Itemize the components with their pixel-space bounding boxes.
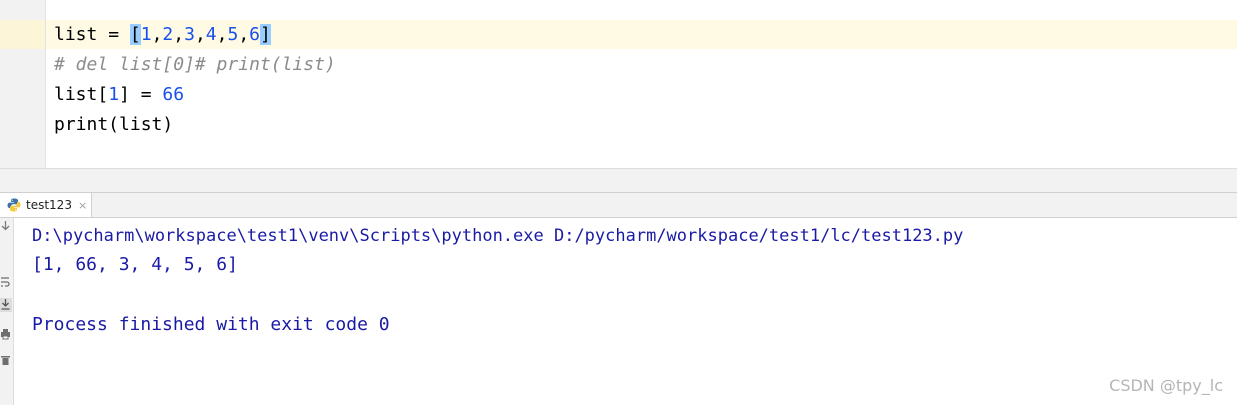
console-exit-line: Process finished with exit code 0 [32,314,390,335]
code-line-4[interactable]: print(list) [54,110,173,140]
run-tab-bar: test123 × [0,192,1237,218]
open-bracket: [ [129,24,141,45]
soft-wrap-icon[interactable] [0,276,12,290]
csdn-watermark: CSDN @tpy_lc [1109,376,1223,395]
close-bracket: ] [260,24,271,45]
list-item: 2 [162,24,174,45]
index-value: 1 [108,84,120,105]
scroll-to-end-icon[interactable] [0,220,12,234]
list-item: 5 [227,24,239,45]
code-line-2[interactable]: # del list[0]# print(list) [54,50,336,80]
list-item: 6 [249,24,260,45]
list-item: 3 [184,24,195,45]
assign-op: = [97,24,130,45]
gutter-current-line [0,20,45,49]
assigned-value: 66 [162,84,185,105]
index-prefix: list[ [54,84,109,105]
console-result-line: [1, 66, 3, 4, 5, 6] [32,254,238,275]
code-editor[interactable]: list = [1,2,3,4,5,6] # del list[0]# prin… [0,0,1237,168]
editor-bottom-area [0,168,1237,193]
console-command-line: D:\pycharm\workspace\test1\venv\Scripts\… [32,226,964,246]
print-icon[interactable] [0,328,12,342]
line-gutter[interactable] [0,0,46,168]
run-left-toolbar [0,218,14,405]
run-tab-test123[interactable]: test123 × [0,193,92,217]
var-list: list [54,24,98,45]
print-call: print(list) [54,114,174,135]
code-line-1[interactable]: list = [1,2,3,4,5,6] [54,20,271,50]
python-icon [7,198,21,212]
close-icon[interactable]: × [78,199,87,212]
code-line-3[interactable]: list[1] = 66 [54,80,184,110]
assign-mid: ] = [119,84,163,105]
scroll-end-toggle-icon[interactable] [0,298,12,312]
delete-icon[interactable] [0,354,12,368]
list-item: 1 [140,24,152,45]
run-console[interactable]: D:\pycharm\workspace\test1\venv\Scripts\… [14,218,1237,405]
comment-text: # del list[0]# print(list) [54,54,336,75]
list-item: 4 [205,24,217,45]
run-tab-label: test123 [26,198,72,212]
